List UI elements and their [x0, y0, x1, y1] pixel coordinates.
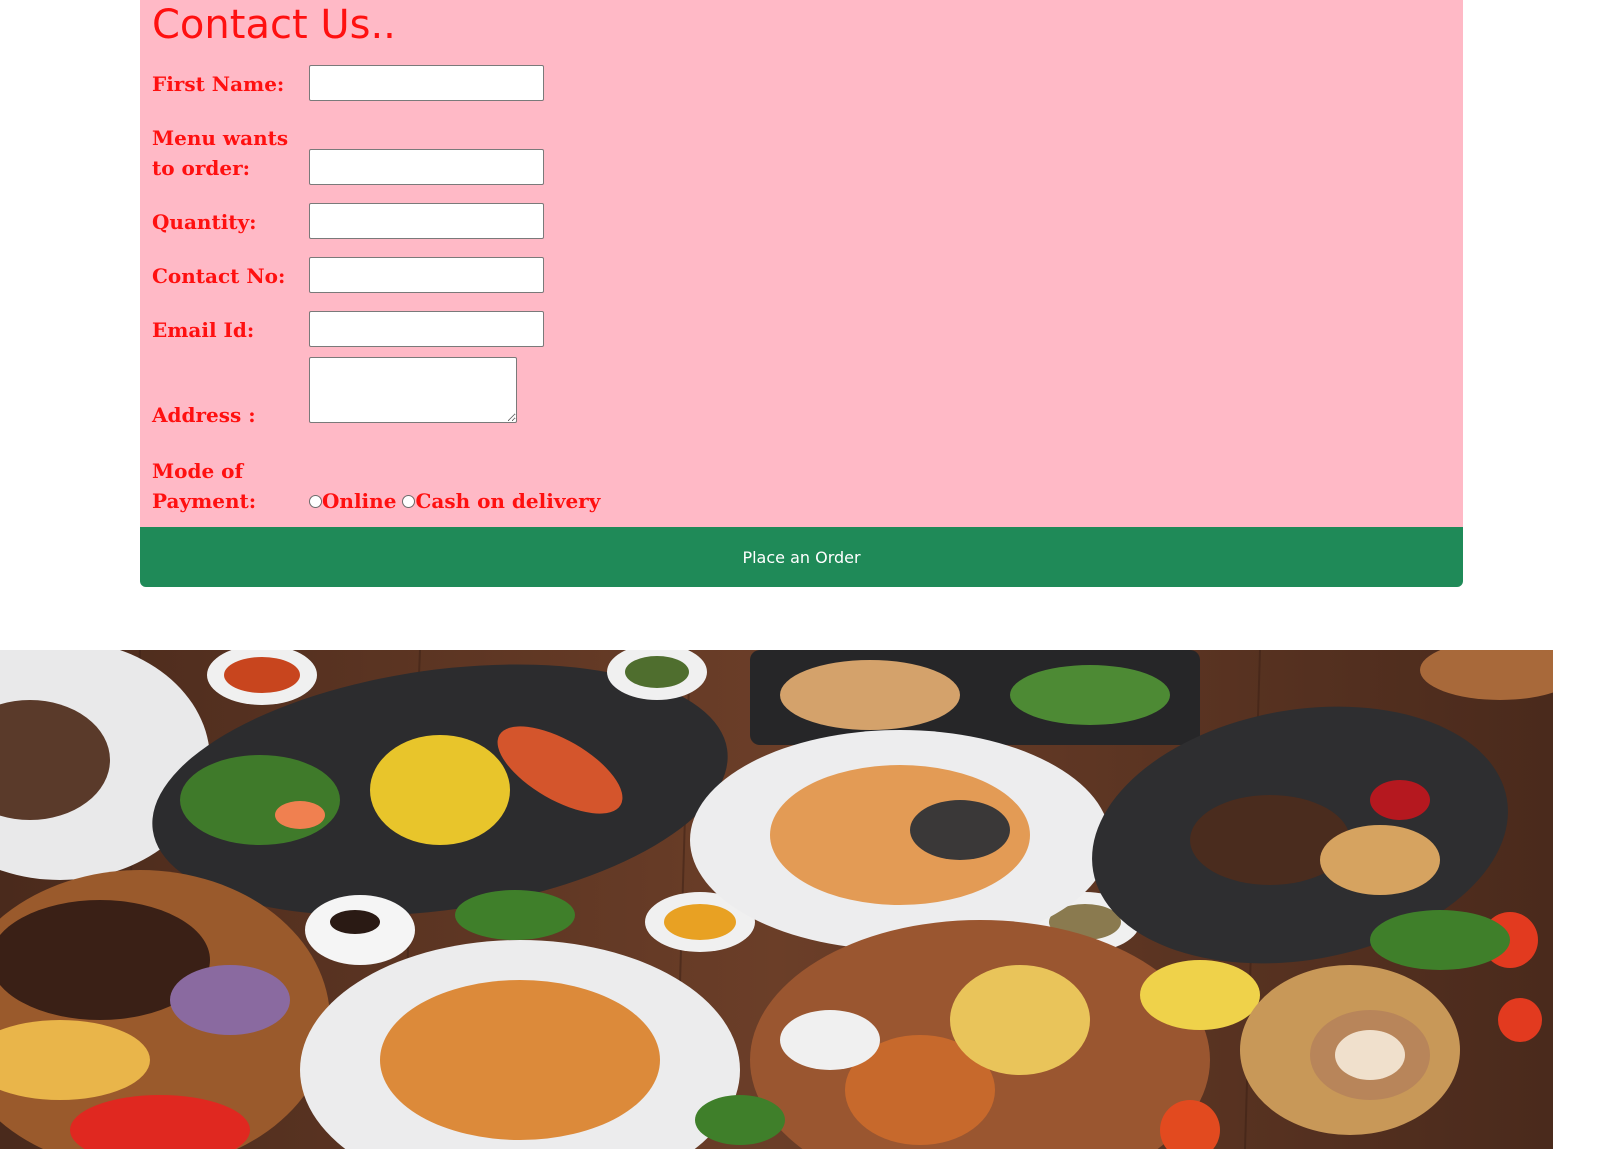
payment-options: Online Cash on delivery — [309, 486, 600, 516]
menu-order-input[interactable] — [309, 149, 544, 185]
payment-online-label[interactable]: Online — [322, 489, 396, 513]
email-label: Email Id: — [152, 318, 255, 342]
payment-online-radio[interactable] — [309, 494, 322, 508]
quantity-input[interactable] — [309, 203, 544, 239]
first-name-label: First Name: — [152, 72, 285, 96]
address-label: Address : — [152, 403, 256, 427]
email-input[interactable] — [309, 311, 544, 347]
menu-order-label: Menu wants to order: — [152, 126, 289, 180]
payment-cod-radio[interactable] — [402, 494, 416, 508]
place-order-button[interactable]: Place an Order — [140, 527, 1463, 587]
first-name-input[interactable] — [309, 65, 544, 101]
page-title: Contact Us.. — [152, 2, 396, 48]
contact-no-input[interactable] — [309, 257, 544, 293]
payment-mode-label: Mode of Payment: — [152, 459, 257, 513]
quantity-label: Quantity: — [152, 210, 257, 234]
contact-form-panel: Contact Us.. First Name: Menu wants to o… — [140, 0, 1463, 527]
payment-cod-label[interactable]: Cash on delivery — [415, 489, 600, 513]
food-photo-illustration — [0, 650, 1553, 1149]
address-textarea[interactable] — [309, 357, 517, 423]
contact-no-label: Contact No: — [152, 264, 286, 288]
food-table-photo — [0, 650, 1553, 1149]
